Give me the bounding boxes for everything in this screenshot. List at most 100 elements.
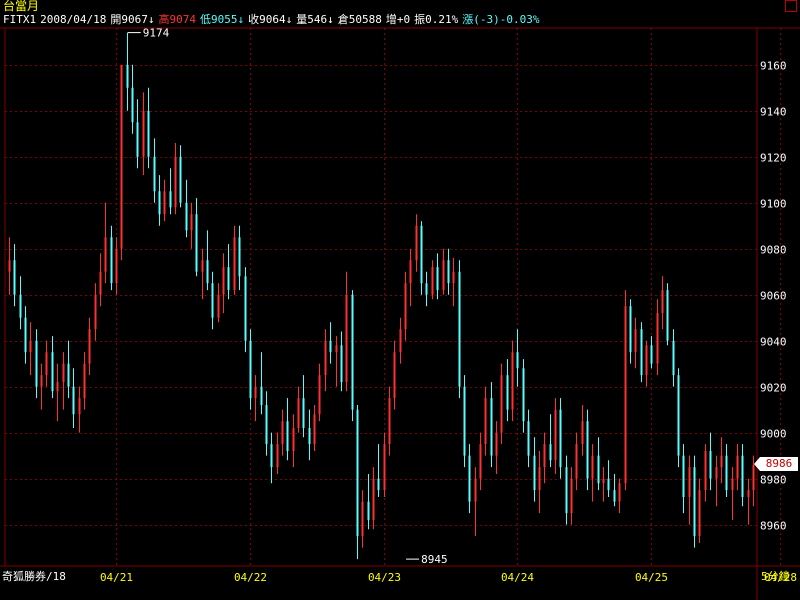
candle-body [260, 386, 263, 406]
candle-body [24, 317, 27, 353]
candle-body [62, 363, 65, 383]
candle-body [324, 340, 327, 376]
candle-body [131, 87, 134, 123]
candle-body [522, 368, 525, 422]
candle-body [35, 340, 38, 387]
candle-body [688, 467, 691, 498]
candle-body [533, 455, 536, 491]
candle-body [415, 225, 418, 261]
candle-body [29, 340, 32, 353]
candle-body [704, 451, 707, 491]
candle-body [367, 501, 370, 521]
candlestick-chart[interactable]: 8960 8980 9000 9020 9040 9060 9080 9100 9120 9140… [0, 0, 800, 600]
candle-body [725, 455, 728, 491]
plot-frame [4, 27, 758, 567]
candle-body [479, 444, 482, 479]
candle-body [45, 352, 48, 376]
candle-body [591, 455, 594, 479]
candle-body [169, 191, 172, 208]
candle-body [661, 290, 664, 314]
candle-body [308, 428, 311, 445]
candle-body [136, 122, 139, 157]
candle-body [554, 409, 557, 461]
candle-body [495, 432, 498, 456]
y-tick-label: 9040 [760, 336, 787, 349]
candle-body [666, 290, 669, 341]
candle-body [511, 352, 514, 410]
last-price-marker: 8986 [754, 457, 798, 471]
candle-body [388, 398, 391, 445]
candle-body [78, 398, 81, 415]
y-tick-label: 8980 [760, 474, 787, 487]
candle-body [142, 110, 145, 157]
candle-body [618, 483, 621, 502]
candle-body [570, 478, 573, 514]
candle-body [222, 267, 225, 295]
source-label: 奇狐勝券/18 [2, 570, 66, 583]
candle-body [115, 248, 118, 284]
candle-body [565, 467, 568, 514]
interval-label[interactable]: 5分鐘 [761, 570, 790, 584]
candle-body [650, 345, 653, 364]
x-tick-label: 04/21 [100, 571, 133, 584]
candle-body [474, 478, 477, 502]
candle-body [634, 329, 637, 353]
candle-body [174, 156, 177, 208]
candle-body [377, 478, 380, 491]
x-tick-label: 04/24 [501, 571, 534, 584]
candle-body [249, 340, 252, 399]
candle-body [190, 214, 193, 231]
candle-body [404, 283, 407, 330]
candle-body [345, 294, 348, 383]
candle-body [313, 414, 316, 445]
candle-body [640, 329, 643, 376]
candle-body [463, 386, 466, 456]
candle-body [409, 260, 412, 284]
candle-body [516, 352, 519, 369]
y-tick-label: 8960 [760, 520, 787, 533]
candle-body [265, 405, 268, 445]
candle-body [356, 409, 359, 537]
x-tick-label: 04/23 [368, 571, 401, 584]
candle-body [399, 329, 402, 353]
candle-body [527, 421, 530, 456]
candle-body [56, 382, 59, 392]
candle-body [153, 156, 156, 192]
candle-body [104, 237, 107, 272]
candle-body [238, 237, 241, 277]
candle-body [72, 386, 75, 415]
candle-body [682, 455, 685, 498]
candle-body [286, 421, 289, 452]
candle-body [597, 455, 600, 484]
candle-body [458, 271, 461, 387]
candle-body [67, 363, 70, 387]
candle-body [318, 375, 321, 415]
candle-body [709, 451, 712, 479]
annotation-label: 9174 [143, 27, 170, 40]
y-tick-label: 9120 [760, 152, 787, 165]
candle-body [672, 340, 675, 376]
candle-body [302, 398, 305, 429]
candle-body [720, 455, 723, 468]
candle-body [163, 191, 166, 215]
candle-body [607, 478, 610, 491]
candle-body [158, 191, 161, 215]
candle-body [179, 156, 182, 203]
candle-body [19, 294, 22, 318]
candle-body [656, 313, 659, 364]
y-tick-label: 9140 [760, 106, 787, 119]
candle-body [83, 363, 86, 399]
candle-body [227, 267, 230, 291]
candle-body [372, 478, 375, 521]
candle-body [442, 260, 445, 291]
candle-body [693, 467, 696, 537]
candle-body [8, 260, 11, 272]
candle-body [645, 345, 648, 376]
y-tick-label: 9160 [760, 60, 787, 73]
candle-body [559, 409, 562, 468]
candle-body [468, 455, 471, 502]
candle-body [425, 283, 428, 295]
candle-body [211, 283, 214, 318]
candle-body [206, 260, 209, 284]
candle-body [741, 455, 744, 498]
